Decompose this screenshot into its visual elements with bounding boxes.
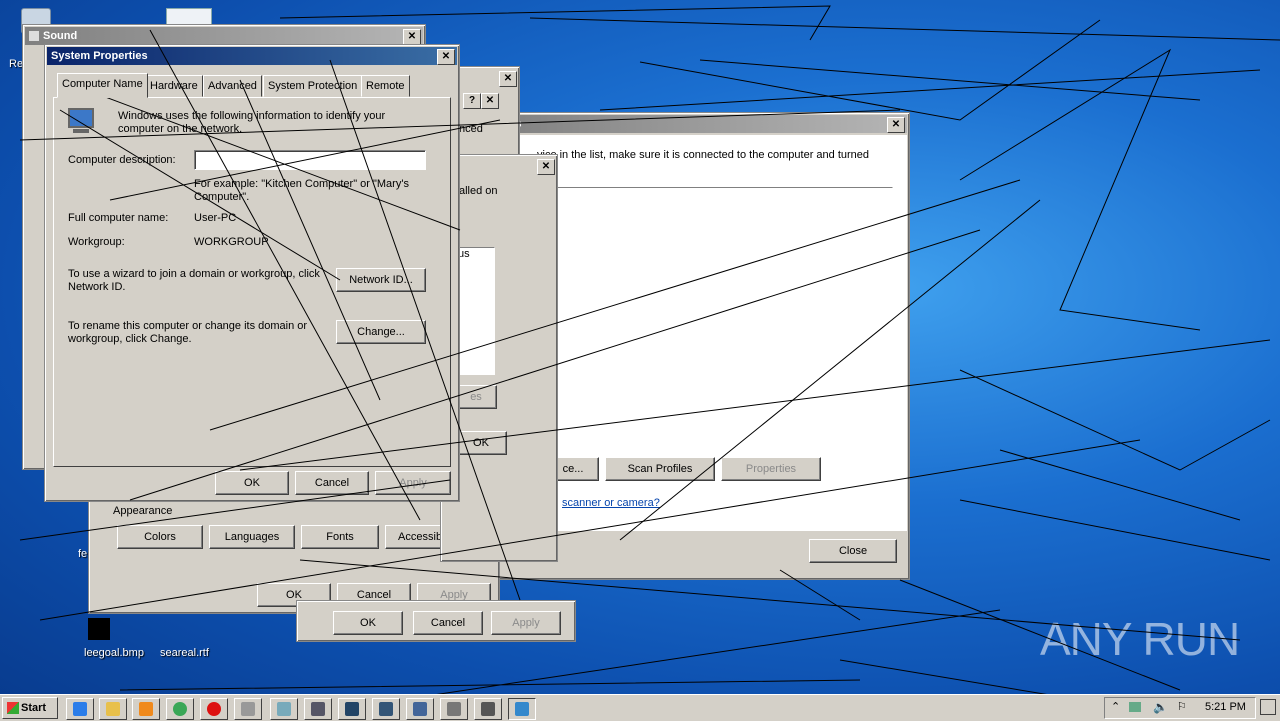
windows-logo-icon <box>7 702 19 715</box>
volume-icon[interactable]: 🔈 <box>1153 700 1168 714</box>
tab-remote[interactable]: Remote <box>361 75 410 97</box>
device-list[interactable] <box>547 187 893 443</box>
example-text: For example: "Kitchen Computer" or "Mary… <box>194 178 409 203</box>
task-icon-3[interactable] <box>338 698 366 720</box>
task-icon-5[interactable] <box>406 698 434 720</box>
mid-button-fragment[interactable]: es <box>455 385 497 409</box>
tab-hardware[interactable]: Hardware <box>145 75 203 97</box>
tray-area: ⌃ 🔈 ⚐ 5:21 PM <box>1104 697 1256 719</box>
tab-page: Windows uses the following information t… <box>53 97 451 467</box>
appearance-label: Appearance <box>113 505 173 517</box>
close-icon[interactable]: ✕ <box>481 93 499 109</box>
bottom-dialog: OK Cancel Apply <box>296 600 576 642</box>
bottom-cancel-button[interactable]: Cancel <box>413 611 483 635</box>
task-icon-6[interactable] <box>440 698 468 720</box>
opera-icon[interactable] <box>200 698 228 720</box>
intro-text: Windows uses the following information t… <box>118 110 386 135</box>
workgroup-value: WORKGROUP <box>194 236 269 248</box>
anyrun-watermark: ANY RUN <box>1040 612 1240 672</box>
leegoal-bmp-icon[interactable] <box>88 618 110 640</box>
installed-text-fragment: alled on <box>459 185 498 197</box>
clock[interactable]: 5:21 PM <box>1205 701 1246 713</box>
languages-button[interactable]: Languages <box>209 525 295 549</box>
desktop-icon-label-leegoal[interactable]: leegoal.bmp <box>84 647 144 659</box>
explorer-icon[interactable] <box>99 698 127 720</box>
close-icon[interactable]: ✕ <box>437 49 455 65</box>
tab-computer-name[interactable]: Computer Name <box>57 73 148 98</box>
wizard-text: To use a wizard to join a domain or work… <box>68 268 320 293</box>
taskbar: Start ⌃ 🔈 ⚐ 5:21 PM <box>0 694 1280 721</box>
advanced-tab-fragment[interactable]: nced <box>459 123 483 135</box>
workgroup-label: Workgroup: <box>68 236 125 248</box>
desktop-icon-label-seareal[interactable]: seareal.rtf <box>160 647 209 659</box>
tool-icon[interactable] <box>234 698 262 720</box>
media-player-icon[interactable] <box>132 698 160 720</box>
bottom-ok-button[interactable]: OK <box>333 611 403 635</box>
properties-button[interactable]: Properties <box>721 457 821 481</box>
sound-titlebar: Sound <box>25 27 423 45</box>
description-input[interactable] <box>194 150 426 170</box>
full-name-value: User-PC <box>194 212 237 224</box>
close-icon[interactable]: ✕ <box>887 117 905 133</box>
scanner-help-link[interactable]: scanner or camera? <box>562 497 660 509</box>
system-properties-titlebar: System Properties <box>47 47 457 65</box>
ie-icon[interactable] <box>66 698 94 720</box>
network-icon[interactable] <box>1129 702 1141 712</box>
fonts-button[interactable]: Fonts <box>301 525 379 549</box>
change-button[interactable]: Change... <box>336 320 426 344</box>
mid-ok-button[interactable]: OK <box>455 431 507 455</box>
watermark-text: ANY RUN <box>1040 613 1240 665</box>
sound-title: Sound <box>43 30 78 42</box>
scanners-titlebar: ras <box>489 115 907 133</box>
computer-icon <box>68 108 98 134</box>
rename-text: To rename this computer or change its do… <box>68 320 308 345</box>
system-properties-window: System Properties ✕ Computer Name Hardwa… <box>44 44 460 502</box>
ok-button[interactable]: OK <box>215 471 289 495</box>
task-icon-1[interactable] <box>270 698 298 720</box>
window-title: System Properties <box>51 50 148 62</box>
desktop-icon-label-fe: fe <box>78 548 88 560</box>
scanners-instruction: vice in the list, make sure it is connec… <box>537 149 870 161</box>
chrome-icon[interactable] <box>166 698 194 720</box>
tab-advanced[interactable]: Advanced <box>203 75 262 97</box>
sound-task-icon[interactable] <box>474 698 502 720</box>
cancel-button[interactable]: Cancel <box>295 471 369 495</box>
show-desktop-icon[interactable] <box>1260 699 1276 715</box>
close-icon[interactable]: ✕ <box>403 29 421 45</box>
start-button[interactable]: Start <box>2 697 58 719</box>
bottom-apply-button[interactable]: Apply <box>491 611 561 635</box>
start-label: Start <box>21 702 47 714</box>
full-name-label: Full computer name: <box>68 212 169 224</box>
scan-profiles-button[interactable]: Scan Profiles <box>605 457 715 481</box>
task-icon-2[interactable] <box>304 698 332 720</box>
apply-button[interactable]: Apply <box>375 471 451 495</box>
description-label: Computer description: <box>68 154 176 166</box>
colors-button[interactable]: Colors <box>117 525 203 549</box>
task-icon-4[interactable] <box>372 698 400 720</box>
help-icon[interactable]: ? <box>463 93 481 109</box>
close-icon[interactable]: ✕ <box>537 159 555 175</box>
speaker-icon <box>29 31 39 42</box>
tab-strip: Computer Name Hardware Advanced System P… <box>57 73 447 98</box>
network-id-button[interactable]: Network ID... <box>336 268 426 292</box>
desktop-icon-label-re: Re <box>9 58 24 70</box>
flag-icon[interactable]: ⚐ <box>1177 700 1187 713</box>
close-icon[interactable]: ✕ <box>499 71 517 87</box>
mid-list[interactable]: us <box>455 247 495 375</box>
tab-system-protection[interactable]: System Protection <box>263 75 363 97</box>
system-properties-task-icon[interactable] <box>508 698 536 720</box>
close-button[interactable]: Close <box>809 539 897 563</box>
chevron-up-icon[interactable]: ⌃ <box>1111 700 1120 713</box>
